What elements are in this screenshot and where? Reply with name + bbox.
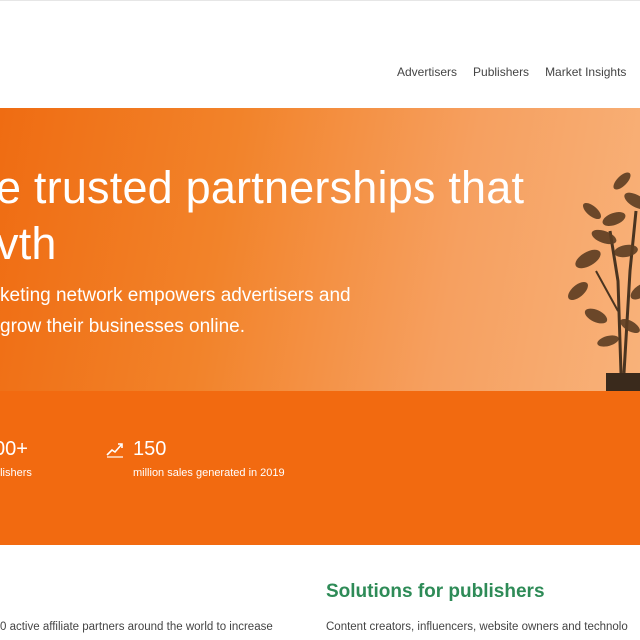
main-nav: Advertisers Publishers Market Insights bbox=[397, 65, 626, 79]
content-section: 0 active affiliate partners around the w… bbox=[0, 545, 640, 640]
stat-value: 150 bbox=[133, 438, 167, 460]
stat-label: million sales generated in 2019 bbox=[133, 467, 285, 479]
site-header: Advertisers Publishers Market Insights bbox=[0, 0, 640, 108]
nav-link-market-insights[interactable]: Market Insights bbox=[545, 65, 626, 79]
hero-banner: e trusted partnerships that vth keting n… bbox=[0, 108, 640, 391]
growth-chart-icon bbox=[106, 443, 123, 458]
potted-plant-image bbox=[568, 172, 640, 391]
stats-banner: 00+ blishers 150 million sales generated… bbox=[0, 391, 640, 545]
advertisers-description: 0 active affiliate partners around the w… bbox=[0, 621, 273, 633]
nav-link-publishers[interactable]: Publishers bbox=[473, 65, 529, 79]
publishers-solutions-heading: Solutions for publishers bbox=[326, 581, 545, 602]
hero-subtitle: keting network empowers advertisers and … bbox=[0, 280, 351, 342]
hero-subtitle-line-2: grow their businesses online. bbox=[0, 316, 246, 337]
stat-publishers: 00+ blishers bbox=[0, 437, 32, 482]
stat-value: 00+ bbox=[0, 438, 28, 460]
publishers-description: Content creators, influencers, website o… bbox=[326, 621, 628, 633]
stat-label: blishers bbox=[0, 467, 32, 479]
stat-sales: 150 million sales generated in 2019 bbox=[106, 437, 285, 482]
hero-subtitle-line-1: keting network empowers advertisers and bbox=[0, 285, 351, 306]
nav-link-advertisers[interactable]: Advertisers bbox=[397, 65, 457, 79]
